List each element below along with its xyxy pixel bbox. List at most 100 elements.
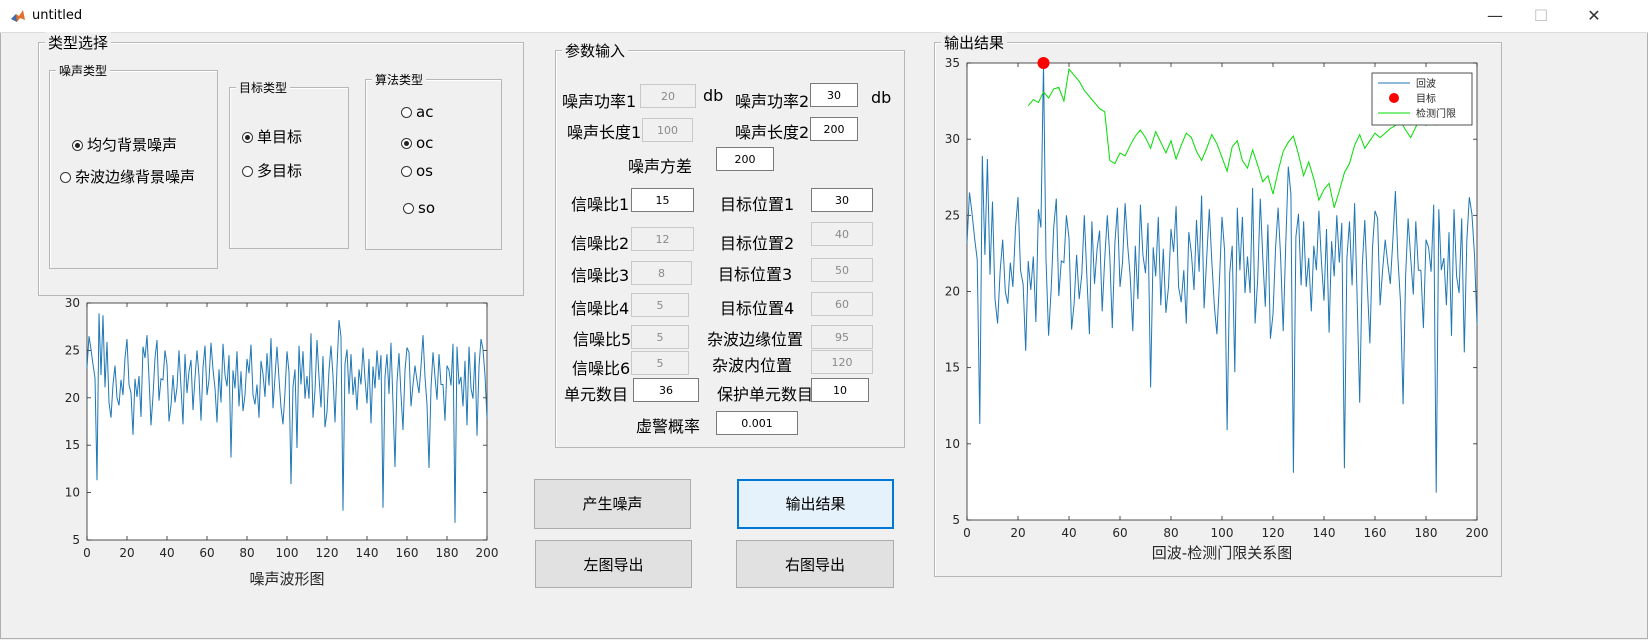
- x-tick-label: 140: [356, 546, 379, 560]
- y-tick-label: 5: [72, 533, 80, 547]
- x-tick-label: 0: [963, 526, 971, 540]
- noise-power2-field[interactable]: 30: [810, 83, 858, 107]
- radio-ac[interactable]: ac: [401, 103, 433, 121]
- y-tick-label: 30: [65, 296, 80, 310]
- radio-unselected-icon: [242, 166, 253, 177]
- x-tick-label: 120: [316, 546, 339, 560]
- x-tick-label: 200: [476, 546, 499, 560]
- x-tick-label: 200: [1466, 526, 1489, 540]
- x-tick-label: 20: [1010, 526, 1025, 540]
- snr1-field[interactable]: 15: [631, 188, 694, 212]
- x-tick-label: 140: [1313, 526, 1336, 540]
- radio-uniform-noise[interactable]: 均匀背景噪声: [72, 134, 177, 155]
- radio-multi-target[interactable]: 多目标: [242, 160, 302, 181]
- x-tick-label: 80: [239, 546, 254, 560]
- x-tick-label: 0: [83, 546, 91, 560]
- legend-entry-label: 回波: [1416, 77, 1436, 90]
- y-tick-label: 20: [945, 285, 960, 299]
- radio-os[interactable]: os: [401, 162, 433, 180]
- pfa-label: 虚警概率: [636, 417, 701, 436]
- output-result-button[interactable]: 输出结果: [737, 479, 894, 529]
- x-tick-label: 40: [1061, 526, 1076, 540]
- noise-power1-field[interactable]: 20: [640, 84, 696, 108]
- x-axis-label: 回波-检测门限关系图: [1152, 544, 1292, 562]
- guard-count-label: 保护单元数目: [717, 385, 814, 404]
- snr5-field[interactable]: 5: [631, 325, 689, 349]
- noise-waveform-chart: 0 20 40 60 80 100 120 140 160 180 200 5 10 15 20 25 30 噪声…: [65, 296, 499, 588]
- target-type-group: 目标类型 单目标 多目标: [229, 79, 349, 249]
- target-pos3-label: 目标位置3: [718, 265, 793, 284]
- noise-len2-label: 噪声长度2: [735, 123, 810, 142]
- x-axis-label: 噪声波形图: [249, 570, 324, 588]
- radio-so[interactable]: so: [403, 199, 435, 217]
- guard-count-field[interactable]: 10: [811, 378, 869, 402]
- target-pos4-field[interactable]: 60: [811, 292, 873, 316]
- echo-threshold-chart: 0 20 40 60 80 100 120 140 160 180 200 5 10 15 20 25 30 35…: [945, 56, 1489, 562]
- export-right-button[interactable]: 右图导出: [736, 540, 894, 588]
- db-unit-label: db: [871, 88, 892, 107]
- cell-count-label: 单元数目: [564, 385, 629, 404]
- radio-label: 均匀背景噪声: [87, 136, 178, 154]
- snr5-label: 信噪比5: [573, 330, 632, 349]
- type-select-panel: 类型选择 噪声类型 均匀背景噪声 杂波边缘背景噪声 目标类型 单目标 多目标 算…: [38, 32, 524, 296]
- snr6-field[interactable]: 5: [631, 351, 689, 375]
- radio-label: so: [418, 199, 435, 217]
- snr2-label: 信噪比2: [571, 234, 630, 253]
- clutter-edge-field[interactable]: 95: [811, 325, 873, 349]
- x-tick-label: 100: [1211, 526, 1234, 540]
- noise-len2-field[interactable]: 200: [810, 117, 858, 141]
- minimize-button[interactable]: —: [1472, 0, 1518, 32]
- radio-single-target[interactable]: 单目标: [242, 126, 302, 147]
- x-tick-label: 60: [1112, 526, 1127, 540]
- export-left-button[interactable]: 左图导出: [535, 540, 692, 588]
- x-tick-label: 180: [436, 546, 459, 560]
- noise-type-title: 噪声类型: [56, 62, 111, 79]
- x-tick-label: 60: [199, 546, 214, 560]
- close-button[interactable]: ✕: [1564, 0, 1624, 32]
- algo-type-group: 算法类型 ac oc os so: [365, 71, 502, 250]
- snr2-field[interactable]: 12: [631, 227, 694, 251]
- target-pos1-field[interactable]: 30: [811, 188, 873, 212]
- snr4-label: 信噪比4: [571, 299, 630, 318]
- snr3-field[interactable]: 8: [631, 261, 692, 285]
- noise-type-group: 噪声类型 均匀背景噪声 杂波边缘背景噪声: [49, 62, 218, 269]
- radio-oc[interactable]: oc: [401, 134, 433, 152]
- x-tick-label: 20: [119, 546, 134, 560]
- plot-area: [966, 62, 1478, 521]
- radio-selected-icon: [72, 140, 83, 151]
- target-pos2-label: 目标位置2: [720, 234, 795, 253]
- algo-type-title: 算法类型: [372, 71, 427, 88]
- target-pos3-field[interactable]: 50: [811, 258, 873, 282]
- x-tick-label: 180: [1415, 526, 1438, 540]
- generate-noise-button[interactable]: 产生噪声: [534, 479, 691, 529]
- x-tick-label: 100: [276, 546, 299, 560]
- radio-unselected-icon: [401, 107, 412, 118]
- clutter-edge-label: 杂波边缘位置: [707, 330, 804, 349]
- radio-unselected-icon: [401, 166, 412, 177]
- noise-len1-label: 噪声长度1: [567, 123, 642, 142]
- snr4-field[interactable]: 5: [631, 293, 689, 317]
- noise-power2-label: 噪声功率2: [735, 92, 810, 111]
- radio-label: os: [416, 162, 433, 180]
- target-pos2-field[interactable]: 40: [811, 222, 873, 246]
- snr3-label: 信噪比3: [571, 266, 630, 285]
- radio-label: 单目标: [257, 128, 303, 146]
- pfa-field[interactable]: 0.001: [716, 411, 798, 435]
- noise-len1-field[interactable]: 100: [642, 118, 693, 142]
- y-tick-label: 35: [945, 56, 960, 70]
- x-tick-label: 40: [159, 546, 174, 560]
- snr1-label: 信噪比1: [571, 195, 630, 214]
- clutter-inner-field[interactable]: 120: [811, 350, 873, 374]
- maximize-button[interactable]: ☐: [1518, 0, 1564, 32]
- noise-power1-label: 噪声功率1: [562, 92, 637, 111]
- params-title: 参数输入: [562, 40, 629, 61]
- radio-label: 杂波边缘背景噪声: [75, 168, 196, 186]
- window-title: untitled: [32, 8, 83, 23]
- radio-clutter-edge-noise[interactable]: 杂波边缘背景噪声: [60, 166, 195, 187]
- cell-count-field[interactable]: 36: [633, 378, 699, 402]
- target-pos1-label: 目标位置1: [720, 195, 795, 214]
- matlab-icon: [10, 8, 26, 24]
- noise-var-field[interactable]: 200: [716, 147, 774, 171]
- y-tick-label: 25: [945, 208, 960, 222]
- target-marker: [1037, 57, 1050, 69]
